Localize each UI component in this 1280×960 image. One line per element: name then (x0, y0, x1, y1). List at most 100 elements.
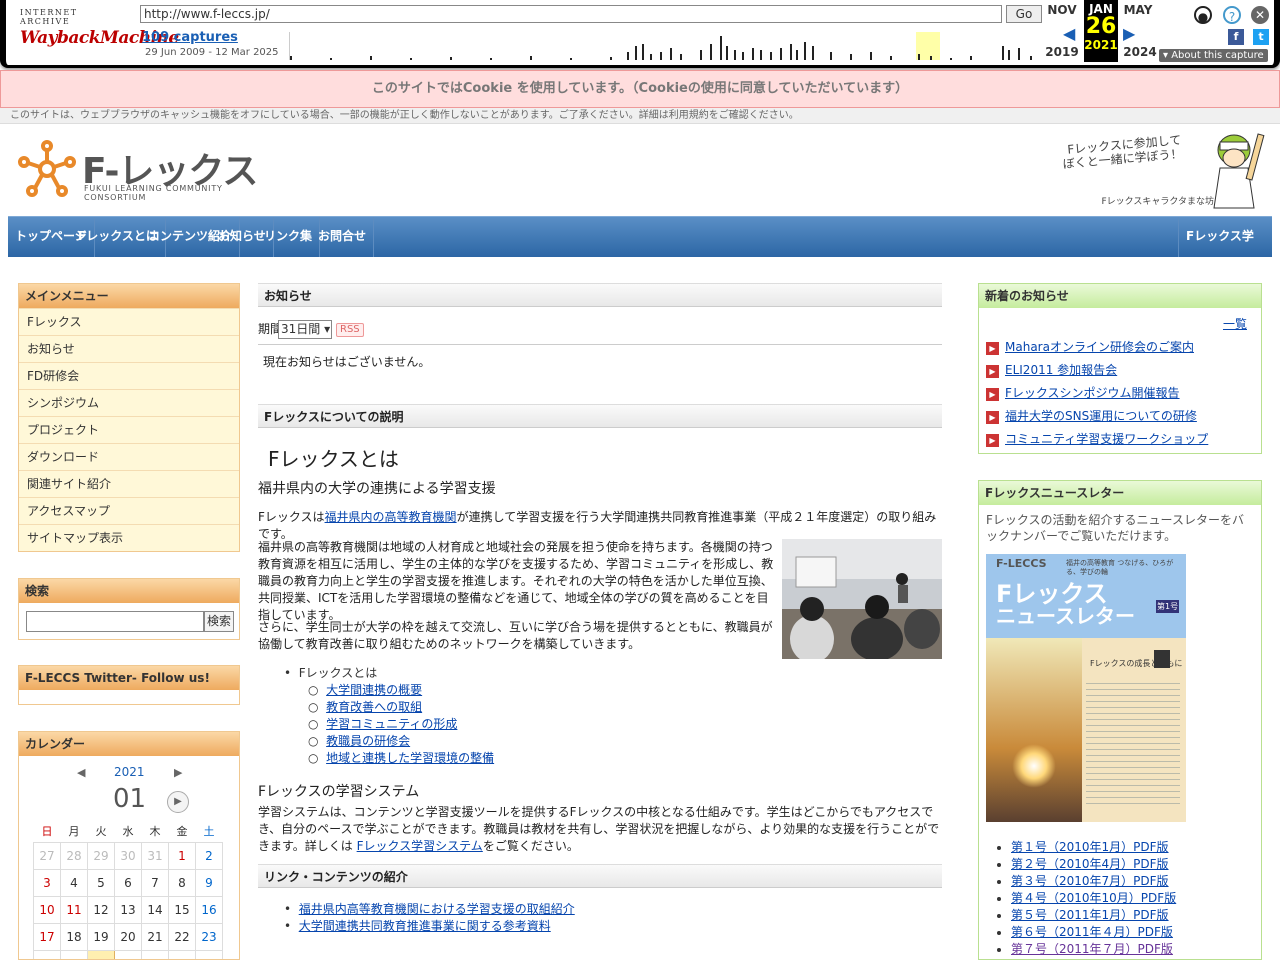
capture-bar (370, 56, 372, 60)
calendar-day[interactable]: 18 (60, 922, 88, 951)
facebook-icon[interactable]: f (1228, 29, 1244, 45)
help-icon[interactable]: ? (1223, 6, 1241, 24)
close-icon[interactable]: ✕ (1251, 6, 1269, 24)
calendar-day[interactable]: 29 (87, 841, 115, 870)
period-select[interactable]: 31日間 ▾ (278, 320, 332, 339)
calendar-day[interactable]: 23 (195, 922, 223, 951)
cal-next-year-icon[interactable]: ▶ (174, 766, 182, 779)
next-month[interactable]: MAY (1118, 3, 1158, 17)
calendar-day[interactable]: 30 (195, 949, 223, 959)
calendar-day[interactable]: 12 (87, 895, 115, 924)
calendar-day[interactable]: 20 (114, 922, 142, 951)
calendar-day[interactable]: 7 (141, 868, 169, 897)
about-subtitle: 福井県内の大学の連携による学習支援 (258, 481, 496, 497)
cal-prev-year-icon[interactable]: ◀ (77, 766, 85, 779)
capture-bar (760, 50, 762, 60)
calendar-day[interactable]: 14 (141, 895, 169, 924)
wayback-url-input[interactable]: http://www.f-leccs.jp/ (140, 5, 1002, 23)
next-year[interactable]: 2024 (1120, 45, 1160, 59)
nav-contact[interactable]: お問合せ (311, 217, 375, 257)
capture-bar (970, 56, 972, 60)
capture-bar (290, 56, 292, 60)
search-button[interactable]: 検索 (204, 611, 234, 632)
prev-capture-icon[interactable]: ◀ (1063, 24, 1075, 43)
calendar-day[interactable]: 8 (168, 868, 196, 897)
calendar-day[interactable]: 10 (33, 895, 61, 924)
site-logo[interactable]: F-レックス FUKUI LEARNING COMMUNITY CONSORTI… (18, 140, 268, 202)
capture-bar (804, 42, 806, 60)
newsletter-intro: Fレックスの活動を紹介するニュースレターをバックナンバーでご覧いただけます。 (986, 513, 1244, 543)
calendar-day[interactable]: 2 (195, 841, 223, 870)
nav-learning-system[interactable]: Fレックス学習システム (1178, 217, 1272, 281)
wayback-go-button[interactable]: Go (1006, 5, 1042, 23)
institutions-link[interactable]: 福井県内の高等教育機関 (325, 510, 457, 524)
calendar-day[interactable]: 30 (114, 841, 142, 870)
capture-bar (410, 58, 412, 60)
capture-bar (660, 52, 662, 60)
weekday-label: 月 (68, 824, 80, 838)
menu-item[interactable]: Fレックス (19, 308, 239, 335)
menu-item[interactable]: シンポジウム (19, 389, 239, 416)
capture-bar (930, 56, 932, 60)
calendar-day[interactable]: 5 (87, 868, 115, 897)
calendar-day[interactable]: 6 (114, 868, 142, 897)
calendar-day[interactable]: 22 (168, 922, 196, 951)
twitter-title[interactable]: F-LECCS Twitter- Follow us! (19, 666, 239, 690)
news-list-link[interactable]: 一覧 (1223, 315, 1247, 332)
calendar-day[interactable]: 27 (114, 949, 142, 959)
prev-month[interactable]: NOV (1042, 3, 1082, 17)
calendar-day[interactable]: 24 (33, 949, 61, 959)
menu-item[interactable]: FD研修会 (19, 362, 239, 389)
calendar-day[interactable]: 11 (60, 895, 88, 924)
capture-bar (870, 52, 872, 60)
menu-item[interactable]: 関連サイト紹介 (19, 470, 239, 497)
wayback-logo[interactable]: INTERNET ARCHIVE WaybackMachine (20, 8, 179, 52)
menu-item[interactable]: ダウンロード (19, 443, 239, 470)
capture-bar (726, 46, 728, 60)
menu-item[interactable]: お知らせ (19, 335, 239, 362)
calendar-day[interactable]: 26 (87, 949, 115, 959)
account-icon[interactable]: ● (1194, 6, 1212, 24)
divider (258, 344, 942, 345)
calendar-day[interactable]: 25 (60, 949, 88, 959)
cal-next-month-icon[interactable]: ▶ (167, 791, 189, 813)
next-capture-icon[interactable]: ▶ (1123, 24, 1135, 43)
learning-system-link[interactable]: Fレックス学習システム (357, 839, 483, 853)
capture-bar (1030, 56, 1032, 60)
capture-sparkline[interactable] (289, 32, 1039, 60)
twitter-icon[interactable]: t (1253, 29, 1269, 45)
list-item: • 福井県内高等教育機関における学習支援の取組紹介 (284, 902, 575, 916)
calendar-day[interactable]: 28 (141, 949, 169, 959)
menu-item[interactable]: アクセスマップ (19, 497, 239, 524)
menu-item[interactable]: サイトマップ表示 (19, 524, 239, 551)
captures-link[interactable]: 109 captures (142, 30, 238, 45)
current-capture-date: JAN 26 2021 (1084, 0, 1118, 62)
prev-year[interactable]: 2019 (1042, 45, 1082, 59)
cal-year: 2021 (114, 765, 145, 779)
rss-button[interactable]: RSS (336, 323, 364, 337)
search-input[interactable] (26, 611, 204, 632)
calendar-day[interactable]: 1 (168, 841, 196, 870)
capture-bar (670, 48, 672, 60)
calendar-day[interactable]: 15 (168, 895, 196, 924)
weekday-label: 日 (41, 824, 53, 838)
calendar-day[interactable]: 21 (141, 922, 169, 951)
calendar-day[interactable]: 28 (60, 841, 88, 870)
calendar-day[interactable]: 27 (33, 841, 61, 870)
menu-item[interactable]: プロジェクト (19, 416, 239, 443)
calendar-day[interactable]: 17 (33, 922, 61, 951)
calendar-day[interactable]: 29 (168, 949, 196, 959)
capture-bar (734, 50, 736, 60)
links-header: リンク・コンテンツの紹介 (258, 864, 942, 888)
calendar-day[interactable]: 16 (195, 895, 223, 924)
calendar-day[interactable]: 13 (114, 895, 142, 924)
calendar-day[interactable]: 4 (60, 868, 88, 897)
newsletter-cover[interactable]: F-LECCS 福井の高等教育 つなげる、ひろがる、学びの輪 Fレックス ニュー… (986, 554, 1186, 822)
calendar-day[interactable]: 3 (33, 868, 61, 897)
about-capture-button[interactable]: ▾ About this capture (1159, 49, 1268, 62)
calendar-day[interactable]: 9 (195, 868, 223, 897)
calendar-day[interactable]: 31 (141, 841, 169, 870)
capture-bar (635, 46, 637, 60)
calendar-day[interactable]: 19 (87, 922, 115, 951)
classroom-photo (782, 539, 942, 659)
